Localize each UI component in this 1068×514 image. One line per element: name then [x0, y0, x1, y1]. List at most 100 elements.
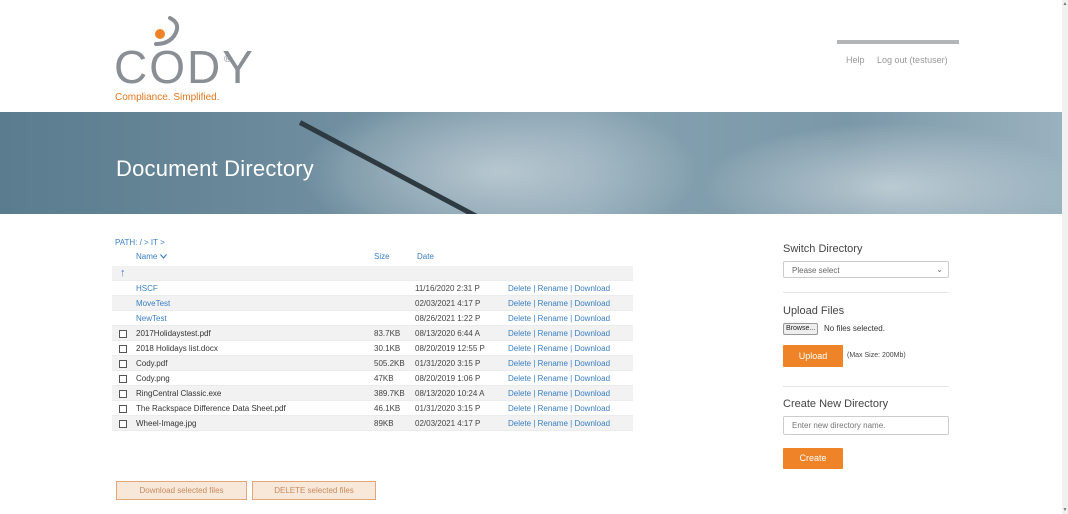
delete-link[interactable]: Delete	[508, 314, 531, 323]
file-row[interactable]: 2017Holidaystest.pdf 83.7KB 08/13/2020 6:4…	[112, 326, 633, 341]
download-selected-button[interactable]: Download selected files	[116, 481, 247, 500]
select-value: Please select	[792, 266, 840, 275]
download-link[interactable]: Download	[574, 389, 610, 398]
file-date: 08/20/2019 12:55 P	[415, 344, 485, 353]
scroll-down-arrow-icon[interactable]: ▼	[1062, 506, 1068, 514]
max-size-note: (Max Size: 200Mb)	[847, 352, 906, 359]
file-checkbox[interactable]	[119, 360, 127, 368]
rename-link[interactable]: Rename	[538, 299, 568, 308]
download-link[interactable]: Download	[574, 404, 610, 413]
logout-link[interactable]: Log out (testuser)	[877, 55, 948, 65]
file-date: 01/31/2020 3:15 P	[415, 404, 481, 413]
rename-link[interactable]: Rename	[538, 329, 568, 338]
directory-row[interactable]: MoveTest 02/03/2021 4:17 P Delete | Rename…	[112, 296, 633, 311]
rename-link[interactable]: Rename	[538, 419, 568, 428]
switch-directory-title: Switch Directory	[783, 243, 863, 255]
parent-directory-row[interactable]: ↑	[112, 266, 633, 281]
download-link[interactable]: Download	[574, 374, 610, 383]
directory-link[interactable]: HSCF	[136, 284, 158, 294]
download-link[interactable]: Download	[574, 314, 610, 323]
logo-registered-mark: ®	[224, 54, 232, 65]
download-link[interactable]: Download	[574, 329, 610, 338]
download-link[interactable]: Download	[574, 359, 610, 368]
row-actions: Delete | Rename | Download	[508, 314, 610, 324]
row-actions: Delete | Rename | Download	[508, 329, 610, 339]
rename-link[interactable]: Rename	[538, 344, 568, 353]
breadcrumb[interactable]: PATH: / > IT >	[115, 238, 165, 247]
delete-link[interactable]: Delete	[508, 344, 531, 353]
rename-link[interactable]: Rename	[538, 314, 568, 323]
delete-link[interactable]: Delete	[508, 359, 531, 368]
banner-image-hand-right	[700, 122, 1062, 214]
file-row[interactable]: The Rackspace Difference Data Sheet.pdf 4…	[112, 401, 633, 416]
table-header: Name Size Date	[112, 250, 633, 266]
file-row[interactable]: Cody.png 47KB 08/20/2019 1:06 P Delete | Re…	[112, 371, 633, 386]
rename-link[interactable]: Rename	[538, 284, 568, 293]
page-scrollbar[interactable]: ▲ ▼	[1062, 0, 1068, 514]
file-row[interactable]: Cody.pdf 505.2KB 01/31/2020 3:15 P Delete |…	[112, 356, 633, 371]
file-size: 47KB	[374, 374, 394, 383]
row-actions: Delete | Rename | Download	[508, 419, 610, 429]
chevron-down-icon[interactable]	[159, 252, 167, 261]
help-link[interactable]: Help	[846, 55, 865, 65]
file-checkbox[interactable]	[119, 390, 127, 398]
file-selection-status: No files selected.	[824, 324, 885, 333]
logo-wordmark: CODY	[114, 41, 255, 93]
file-date: 08/20/2019 1:06 P	[415, 374, 481, 383]
upload-button[interactable]: Upload	[783, 345, 843, 367]
directory-row[interactable]: HSCF 11/16/2020 2:31 P Delete | Rename | D…	[112, 281, 633, 296]
delete-selected-button[interactable]: DELETE selected files	[252, 481, 376, 500]
chevron-down-icon: ⌄	[936, 265, 943, 274]
file-name: Cody.pdf	[136, 359, 168, 368]
delete-link[interactable]: Delete	[508, 404, 531, 413]
delete-link[interactable]: Delete	[508, 374, 531, 383]
delete-link[interactable]: Delete	[508, 419, 531, 428]
directory-link[interactable]: MoveTest	[136, 299, 170, 309]
file-date: 08/26/2021 1:22 P	[415, 314, 481, 323]
column-header-date[interactable]: Date	[417, 252, 434, 261]
download-link[interactable]: Download	[574, 419, 610, 428]
directory-link[interactable]: NewTest	[136, 314, 167, 324]
file-size: 505.2KB	[374, 359, 405, 368]
rename-link[interactable]: Rename	[538, 389, 568, 398]
browse-button[interactable]: Browse...	[783, 323, 819, 335]
column-header-name[interactable]: Name	[136, 252, 167, 261]
download-link[interactable]: Download	[574, 299, 610, 308]
switch-directory-select[interactable]: Please select ⌄	[783, 261, 949, 278]
new-directory-input[interactable]	[783, 416, 949, 435]
create-button[interactable]: Create	[783, 448, 843, 469]
file-checkbox[interactable]	[119, 420, 127, 428]
arrow-up-icon[interactable]: ↑	[120, 267, 126, 279]
file-size: 83.7KB	[374, 329, 401, 338]
file-checkbox[interactable]	[119, 345, 127, 353]
rename-link[interactable]: Rename	[538, 359, 568, 368]
create-directory-title: Create New Directory	[783, 398, 889, 410]
delete-link[interactable]: Delete	[508, 299, 531, 308]
file-date: 02/03/2021 4:17 P	[415, 299, 481, 308]
file-row[interactable]: RingCentral Classic.exe 389.7KB 08/13/2020…	[112, 386, 633, 401]
directory-row[interactable]: NewTest 08/26/2021 1:22 P Delete | Rename …	[112, 311, 633, 326]
file-checkbox[interactable]	[119, 405, 127, 413]
column-name-label[interactable]: Name	[136, 252, 157, 261]
download-link[interactable]: Download	[574, 284, 610, 293]
rename-link[interactable]: Rename	[538, 374, 568, 383]
file-checkbox[interactable]	[119, 375, 127, 383]
scroll-up-arrow-icon[interactable]: ▲	[1062, 0, 1068, 8]
page-header: CODY ® Compliance. Simplified. Help Log …	[0, 0, 1062, 112]
delete-link[interactable]: Delete	[508, 389, 531, 398]
column-header-size[interactable]: Size	[374, 252, 390, 261]
file-checkbox[interactable]	[119, 330, 127, 338]
row-actions: Delete | Rename | Download	[508, 299, 610, 309]
file-size: 89KB	[374, 419, 394, 428]
row-actions: Delete | Rename | Download	[508, 284, 610, 294]
rename-link[interactable]: Rename	[538, 404, 568, 413]
logo-tagline: Compliance. Simplified.	[115, 92, 220, 103]
delete-link[interactable]: Delete	[508, 329, 531, 338]
file-row[interactable]: 2018 Holidays list.docx 30.1KB 08/20/2019 …	[112, 341, 633, 356]
file-row[interactable]: Wheel-Image.jpg 89KB 02/03/2021 4:17 P Dele…	[112, 416, 633, 431]
divider	[783, 292, 949, 293]
delete-link[interactable]: Delete	[508, 284, 531, 293]
cody-logo[interactable]: CODY ® Compliance. Simplified.	[114, 14, 254, 104]
upload-files-title: Upload Files	[783, 305, 845, 317]
download-link[interactable]: Download	[574, 344, 610, 353]
